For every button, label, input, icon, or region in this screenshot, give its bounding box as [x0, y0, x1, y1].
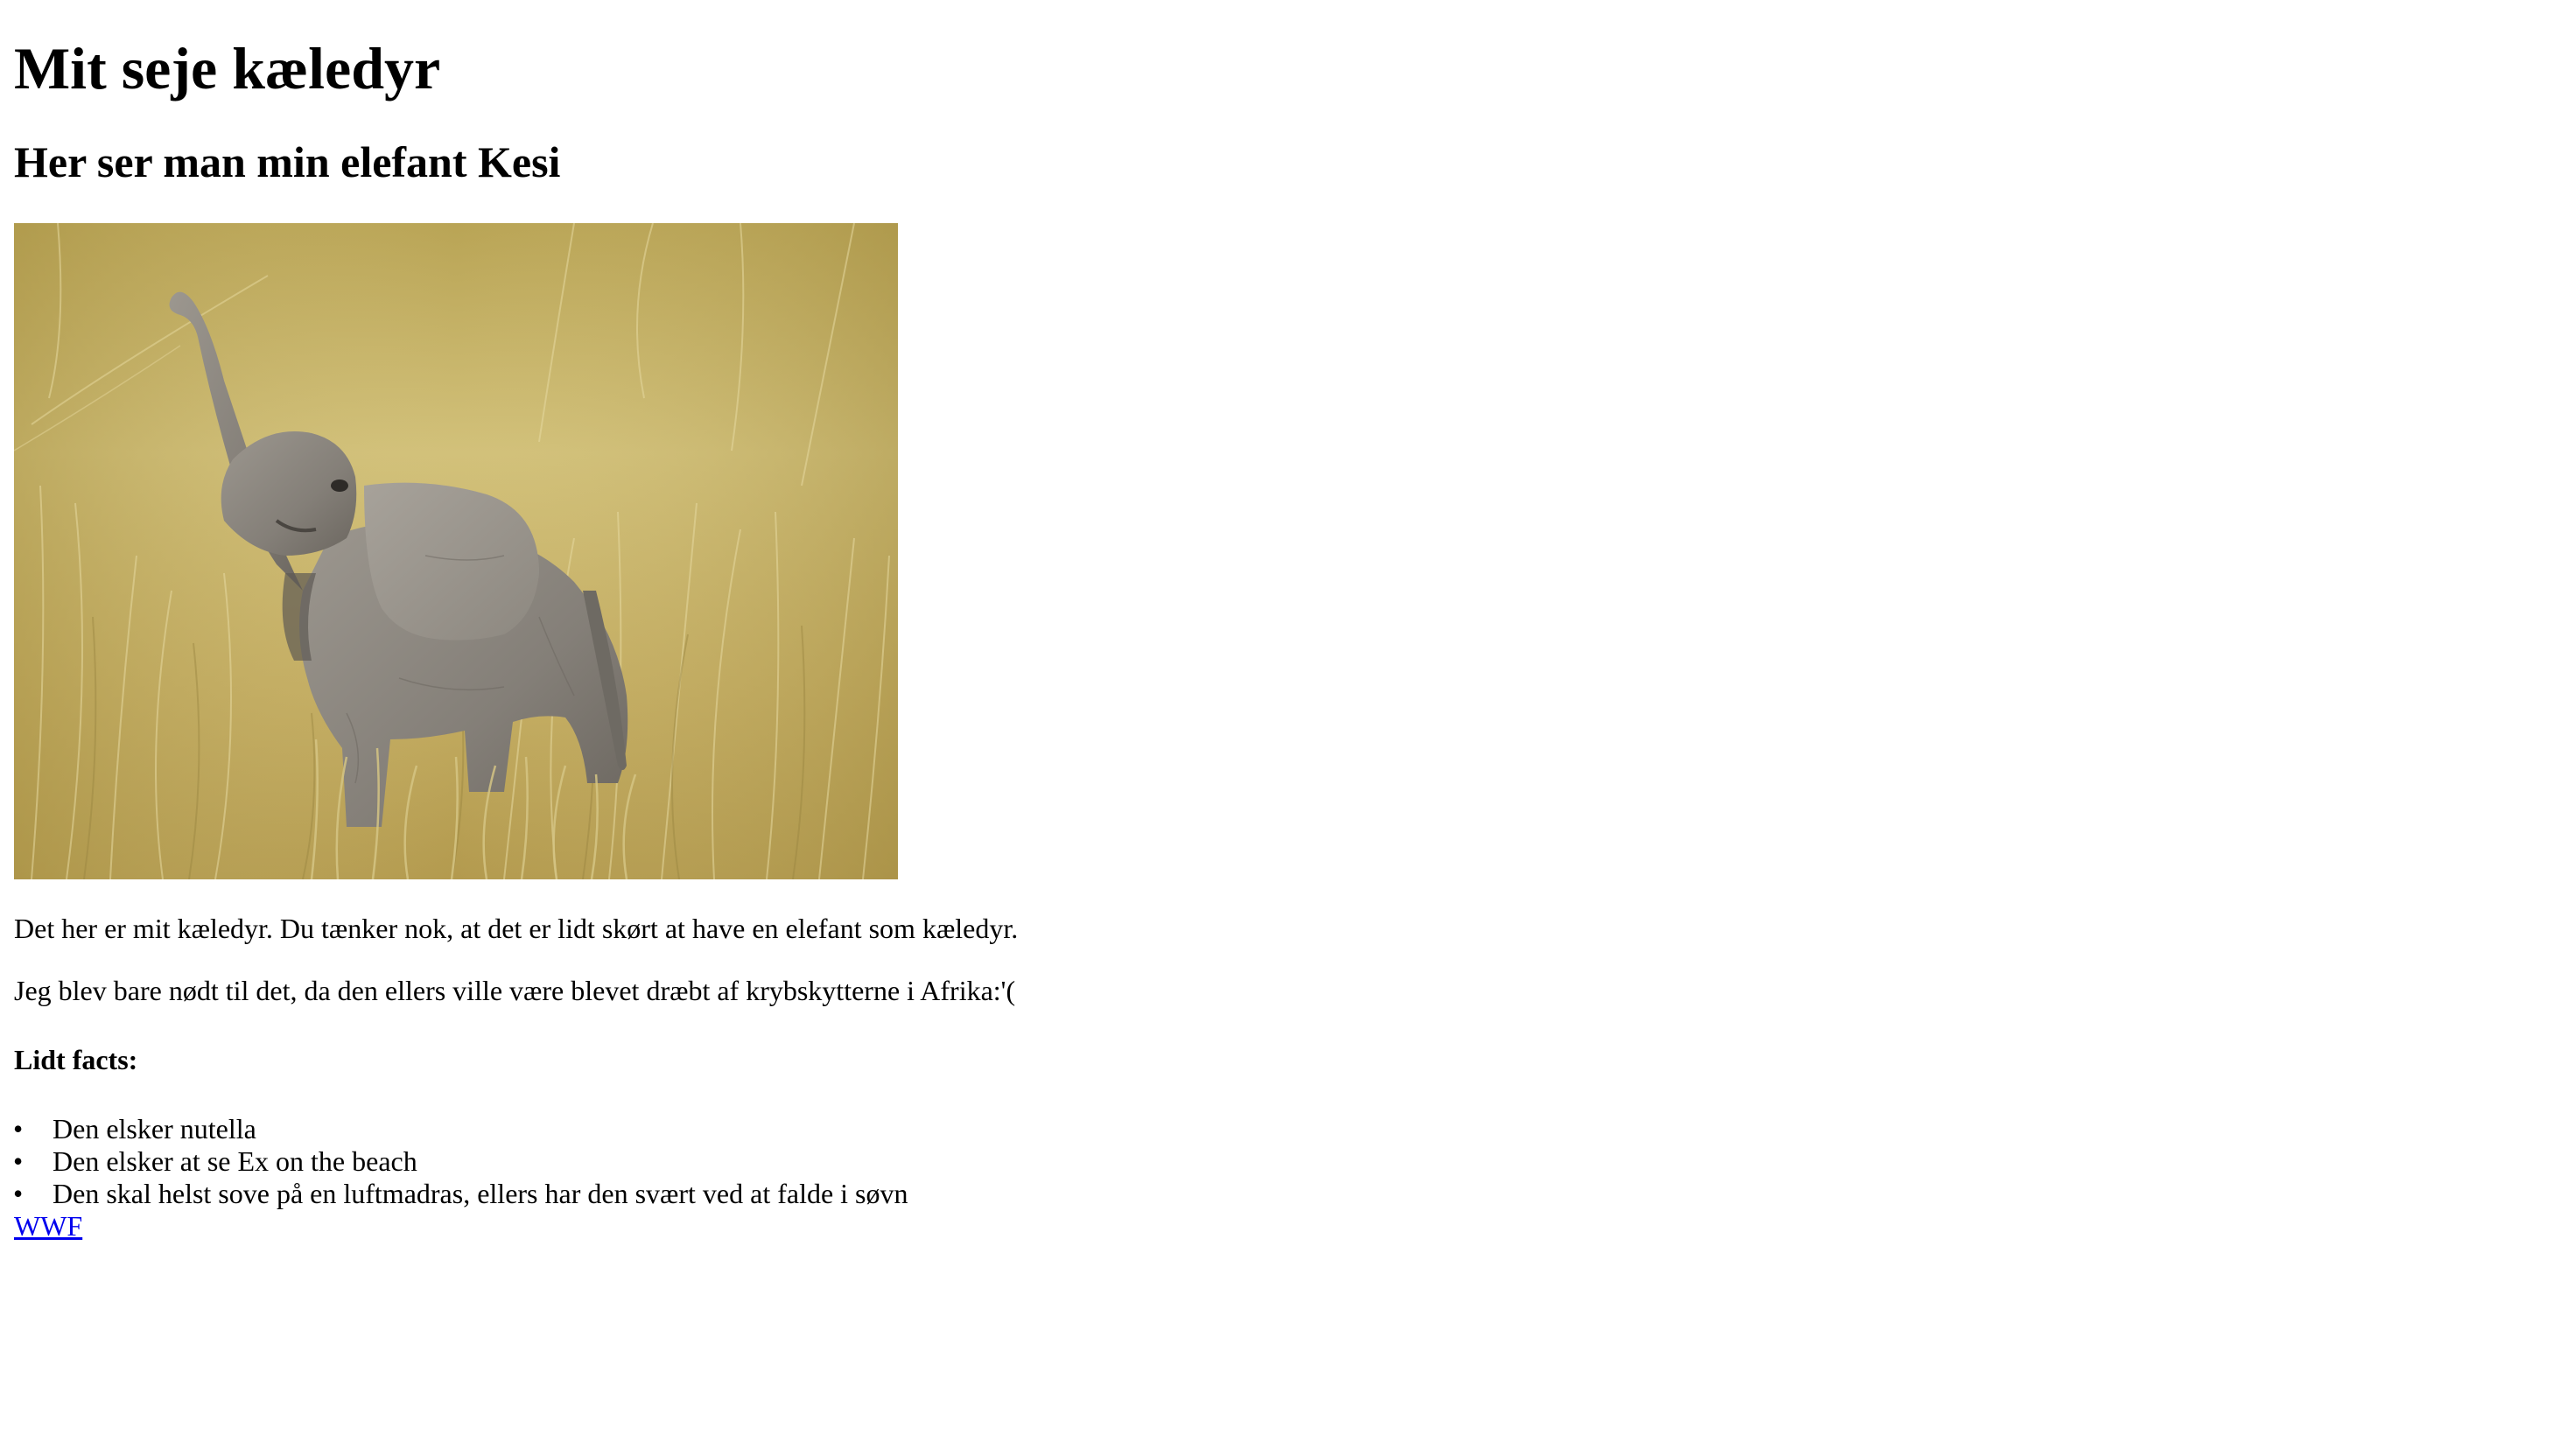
bullet-icon: • — [13, 1145, 24, 1177]
list-item: • Den elsker at se Ex on the beach — [0, 1145, 908, 1178]
wwf-link[interactable]: WWF — [14, 1210, 82, 1242]
elephant-photo — [14, 223, 898, 879]
fact-text: Den skal helst sove på en luftmadras, el… — [53, 1178, 908, 1209]
list-item: • Den skal helst sove på en luftmadras, … — [0, 1178, 908, 1210]
intro-paragraph: Det her er mit kæledyr. Du tænker nok, a… — [14, 913, 1019, 944]
facts-heading: Lidt facts: — [14, 1044, 138, 1075]
facts-list: • Den elsker nutella • Den elsker at se … — [0, 1113, 908, 1210]
page: Mit seje kæledyr Her ser man min elefant… — [0, 0, 2573, 1456]
bullet-icon: • — [13, 1113, 24, 1144]
page-title: Mit seje kæledyr — [14, 35, 441, 102]
story-paragraph: Jeg blev bare nødt til det, da den eller… — [14, 975, 1016, 1006]
page-subtitle: Her ser man min elefant Kesi — [14, 137, 561, 186]
list-item: • Den elsker nutella — [0, 1113, 908, 1145]
bullet-icon: • — [13, 1178, 24, 1209]
fact-text: Den elsker nutella — [53, 1113, 256, 1144]
fact-text: Den elsker at se Ex on the beach — [53, 1145, 417, 1177]
